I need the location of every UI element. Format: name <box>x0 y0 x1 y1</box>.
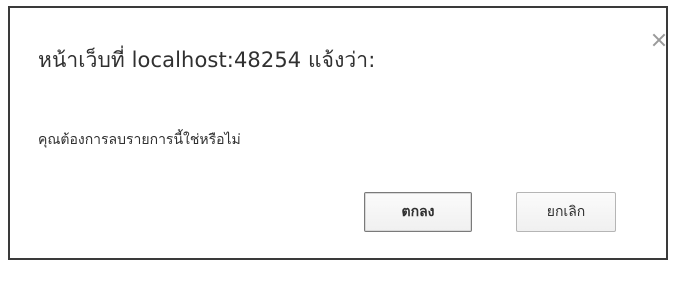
ok-button[interactable]: ตกลง <box>364 192 472 232</box>
confirm-dialog: หน้าเว็บที่ localhost:48254 แจ้งว่า: คุณ… <box>8 6 668 260</box>
dialog-message: คุณต้องการลบรายการนี้ใช่หรือไม่ <box>38 132 241 148</box>
close-icon[interactable] <box>651 32 667 48</box>
cancel-button[interactable]: ยกเลิก <box>516 192 616 232</box>
dialog-title: หน้าเว็บที่ localhost:48254 แจ้งว่า: <box>38 48 376 72</box>
